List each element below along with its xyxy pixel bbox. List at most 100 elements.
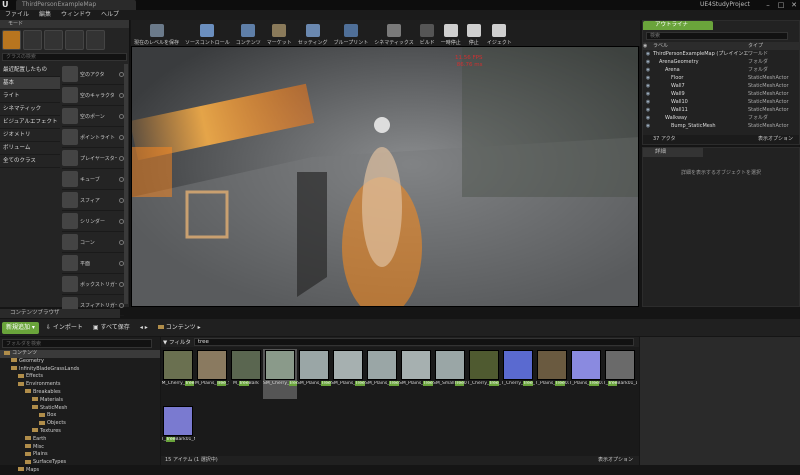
folder-tree-item[interactable]: Earth: [0, 436, 160, 444]
category-item[interactable]: ボリューム: [0, 142, 60, 155]
folder-tree-item[interactable]: StaticMesh: [0, 405, 160, 413]
outliner-search-input[interactable]: 検索: [646, 32, 788, 40]
outliner-row[interactable]: ◉Wall10StaticMeshActor: [643, 98, 799, 106]
outliner-row[interactable]: ◉Bump_StaticMeshStaticMeshActor: [643, 122, 799, 130]
folder-tree-item[interactable]: Plains: [0, 451, 160, 459]
asset-view-options[interactable]: 表示オプション: [598, 456, 633, 465]
type-column-header[interactable]: タイプ: [748, 42, 763, 50]
close-icon[interactable]: ✕: [788, 0, 800, 10]
visibility-icon[interactable]: ◉: [643, 114, 653, 122]
asset-tile[interactable]: SM_Plains_Tree_Branch01: [331, 349, 365, 399]
outliner-tab[interactable]: アウトライナ: [643, 21, 713, 30]
asset-tile[interactable]: SM_Plains_Tree01: [297, 349, 331, 399]
actor-item[interactable]: シリンダー: [62, 211, 124, 232]
landscape-mode-icon[interactable]: [44, 30, 63, 50]
menu-window[interactable]: ウィンドウ: [56, 10, 96, 20]
menu-help[interactable]: ヘルプ: [96, 10, 124, 20]
path-breadcrumb[interactable]: コンテンツ ▸: [155, 322, 204, 334]
visibility-icon[interactable]: ◉: [643, 50, 653, 58]
asset-tile[interactable]: T_Plains_Tree01_D: [535, 349, 569, 399]
asset-tile[interactable]: M_Cherry_Tree: [161, 349, 195, 399]
outliner-row[interactable]: ◉Walkwayフォルダ: [643, 114, 799, 122]
outliner-row[interactable]: ◉Wall9StaticMeshActor: [643, 90, 799, 98]
visibility-icon[interactable]: ◉: [643, 66, 653, 74]
modes-scrollbar[interactable]: [124, 64, 128, 304]
maximize-icon[interactable]: □: [775, 0, 787, 10]
outliner-row[interactable]: ◉Wall7StaticMeshActor: [643, 82, 799, 90]
minimize-icon[interactable]: –: [762, 0, 774, 10]
back-forward-icon[interactable]: ◂ ▸: [137, 322, 151, 334]
asset-tile[interactable]: SM_Plains_Tree_Branch02: [365, 349, 399, 399]
actor-item[interactable]: 平面: [62, 253, 124, 274]
add-new-button[interactable]: 新規追加 ▾: [2, 322, 39, 334]
asset-tile[interactable]: T_TreeBark01_D: [603, 349, 637, 399]
folder-tree-item[interactable]: コンテンツ: [0, 350, 160, 358]
category-item[interactable]: 全てのクラス: [0, 155, 60, 168]
category-item[interactable]: シネマティック: [0, 103, 60, 116]
category-item[interactable]: 基本: [0, 77, 60, 90]
asset-tile[interactable]: T_TreeBark01_N: [161, 405, 195, 455]
asset-tile[interactable]: SM_Plains_Tree_Stump01: [399, 349, 433, 399]
toolbar-button[interactable]: ソースコントロール: [182, 20, 233, 46]
actor-item[interactable]: コーン: [62, 232, 124, 253]
outliner-row[interactable]: ◉ArenaGeometryフォルダ: [643, 58, 799, 66]
folder-tree-item[interactable]: Environments: [0, 381, 160, 389]
geometry-mode-icon[interactable]: [86, 30, 105, 50]
visibility-icon[interactable]: ◉: [643, 106, 653, 114]
actor-item[interactable]: ポイントライト: [62, 127, 124, 148]
toolbar-button[interactable]: セッティング: [295, 20, 331, 46]
visibility-icon[interactable]: ◉: [643, 82, 653, 90]
outliner-row[interactable]: ◉FloorStaticMeshActor: [643, 74, 799, 82]
content-browser-tab[interactable]: コンテンツブラウザ: [0, 309, 120, 318]
visibility-icon[interactable]: ◉: [643, 58, 653, 66]
folder-tree-item[interactable]: Textures: [0, 428, 160, 436]
toolbar-button[interactable]: ビルド: [417, 20, 438, 46]
category-item[interactable]: 最近配置したもの: [0, 64, 60, 77]
asset-tile[interactable]: SM_SmallTree02: [433, 349, 467, 399]
toolbar-button[interactable]: 一時停止: [438, 20, 464, 46]
toolbar-button[interactable]: シネマティックス: [371, 20, 417, 46]
modes-tab[interactable]: モード: [0, 20, 129, 28]
asset-tile[interactable]: M_TreeBark: [229, 349, 263, 399]
category-item[interactable]: ライト: [0, 90, 60, 103]
class-search-input[interactable]: クラスの検索: [2, 53, 127, 61]
actor-item[interactable]: 空のポーン: [62, 106, 124, 127]
actor-item[interactable]: 空のアクタ: [62, 64, 124, 85]
actor-item[interactable]: ボックストリガー: [62, 274, 124, 295]
visibility-icon[interactable]: ◉: [643, 122, 653, 130]
category-item[interactable]: ビジュアルエフェクト: [0, 116, 60, 129]
outliner-row[interactable]: ◉Arenaフォルダ: [643, 66, 799, 74]
label-column-header[interactable]: ラベル: [653, 42, 748, 50]
folder-tree-item[interactable]: Objects: [0, 420, 160, 428]
level-tab[interactable]: ThirdPersonExampleMap: [16, 0, 136, 10]
save-all-button[interactable]: ▣ すべて保存: [90, 322, 133, 334]
category-item[interactable]: ジオメトリ: [0, 129, 60, 142]
folder-tree-item[interactable]: Materials: [0, 397, 160, 405]
asset-tile[interactable]: T_Cherry_Tree_Flowers_D: [467, 349, 501, 399]
folder-tree-item[interactable]: Breakables: [0, 389, 160, 397]
folder-tree-item[interactable]: Effects: [0, 373, 160, 381]
asset-tile[interactable]: T_Cherry_Tree_Flowers_N: [501, 349, 535, 399]
toolbar-button[interactable]: 停止: [464, 20, 484, 46]
toolbar-button[interactable]: イジェクト: [484, 20, 515, 46]
asset-tile[interactable]: SM_Cherry_Tree: [263, 349, 297, 399]
actor-item[interactable]: プレイヤースタート: [62, 148, 124, 169]
actor-item[interactable]: スフィア: [62, 190, 124, 211]
details-tab[interactable]: 詳細: [643, 148, 703, 157]
asset-tile[interactable]: T_Plains_Tree01_N: [569, 349, 603, 399]
toolbar-button[interactable]: 現在のレベルを保存: [131, 20, 182, 46]
folder-search-input[interactable]: フォルダを検索: [2, 339, 152, 348]
folder-tree-item[interactable]: SurfaceTypes: [0, 459, 160, 467]
paint-mode-icon[interactable]: [23, 30, 42, 50]
folder-tree-item[interactable]: Box: [0, 412, 160, 420]
outliner-view-options[interactable]: 表示オプション: [758, 135, 793, 144]
menu-file[interactable]: ファイル: [0, 10, 34, 20]
toolbar-button[interactable]: ブループリント: [331, 20, 372, 46]
foliage-mode-icon[interactable]: [65, 30, 84, 50]
visibility-icon[interactable]: ◉: [643, 74, 653, 82]
visibility-icon[interactable]: ◉: [643, 90, 653, 98]
asset-tile[interactable]: M_Plains_Tree_Stump01: [195, 349, 229, 399]
outliner-row[interactable]: ◉ThirdPersonExampleMap (プレイインエディタ)ワールド: [643, 50, 799, 58]
asset-search-input[interactable]: tree: [194, 338, 634, 346]
outliner-row[interactable]: ◉Wall11StaticMeshActor: [643, 106, 799, 114]
